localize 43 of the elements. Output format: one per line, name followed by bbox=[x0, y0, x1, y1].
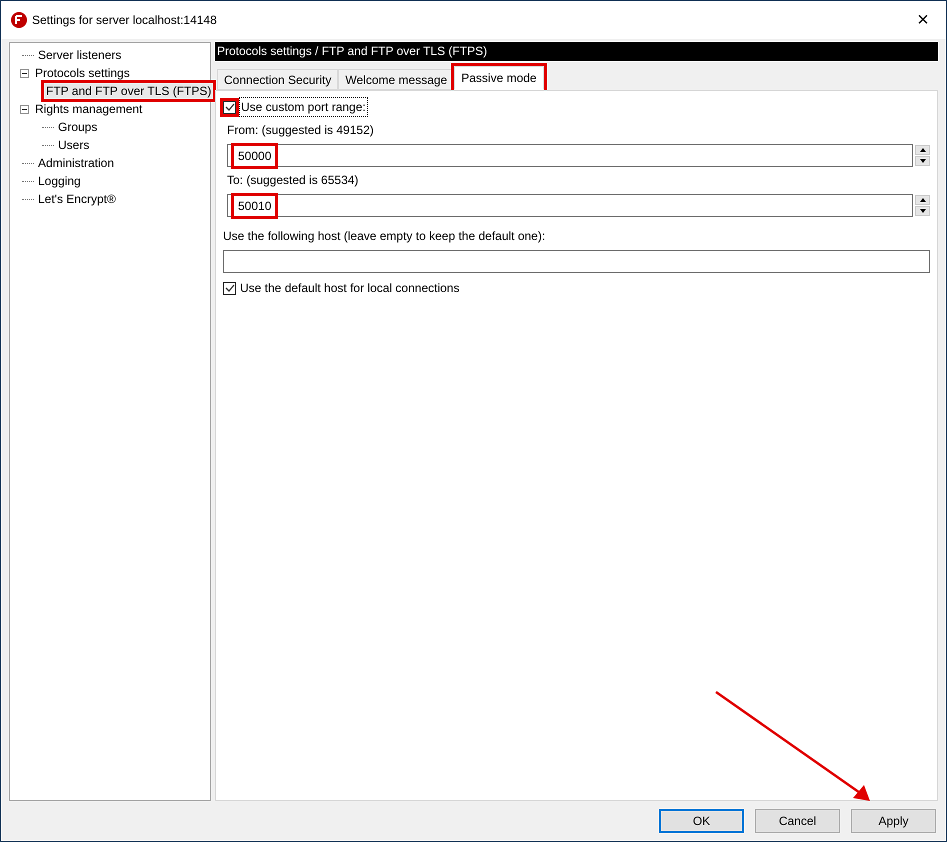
port-field[interactable]: 50010 bbox=[227, 194, 913, 217]
down-arrow-icon bbox=[920, 209, 926, 213]
checkbox-label: Use custom port range: bbox=[239, 97, 368, 117]
dialog-button[interactable]: OK bbox=[659, 809, 744, 833]
spin-up-button[interactable] bbox=[915, 145, 930, 155]
check-icon bbox=[224, 102, 234, 112]
spin-down-button[interactable] bbox=[915, 206, 930, 216]
tree-item[interactable]: Protocols settings bbox=[33, 65, 132, 81]
spin-up-button[interactable] bbox=[915, 195, 930, 205]
up-arrow-icon bbox=[920, 198, 926, 202]
host-field[interactable] bbox=[223, 250, 930, 273]
checkbox[interactable] bbox=[223, 282, 236, 294]
field-label: Use the following host (leave empty to keep the default one): bbox=[223, 228, 546, 245]
dialog-button[interactable]: Apply bbox=[851, 809, 936, 833]
dialog-button[interactable]: Cancel bbox=[755, 809, 840, 833]
window-title: Settings for server localhost:14148 bbox=[32, 12, 217, 29]
tree-item[interactable]: FTP and FTP over TLS (FTPS) bbox=[44, 83, 214, 99]
field-label: From: (suggested is 49152) bbox=[227, 122, 375, 139]
up-arrow-icon bbox=[920, 148, 926, 152]
tree-item[interactable]: Logging bbox=[36, 173, 83, 189]
tree-item[interactable]: Administration bbox=[36, 155, 116, 171]
tree-item[interactable]: Server listeners bbox=[36, 47, 124, 63]
tab[interactable]: Connection Security bbox=[217, 69, 338, 90]
app-logo-icon bbox=[11, 12, 27, 28]
tree-item[interactable]: Let's Encrypt® bbox=[36, 191, 118, 207]
tree-item[interactable]: Users bbox=[56, 137, 92, 153]
collapse-icon[interactable] bbox=[20, 104, 29, 114]
check-icon bbox=[224, 283, 234, 293]
field-label: To: (suggested is 65534) bbox=[227, 172, 360, 189]
highlighted-value: 50010 bbox=[231, 192, 278, 218]
section-header: Protocols settings / FTP and FTP over TLS (FTPS) bbox=[215, 42, 938, 61]
highlighted-value: 50000 bbox=[231, 142, 278, 168]
minus-icon bbox=[22, 72, 27, 74]
tree-item[interactable]: Rights management bbox=[33, 101, 144, 117]
port-field[interactable]: 50000 bbox=[227, 144, 913, 167]
spin-down-button[interactable] bbox=[915, 156, 930, 166]
tab[interactable]: Passive mode bbox=[454, 66, 544, 90]
checkbox-label: Use the default host for local connections bbox=[240, 280, 460, 297]
minus-icon bbox=[22, 108, 27, 110]
tree-item[interactable]: Groups bbox=[56, 119, 100, 135]
collapse-icon[interactable] bbox=[20, 68, 29, 78]
down-arrow-icon bbox=[920, 159, 926, 163]
close-button[interactable]: × bbox=[900, 1, 946, 39]
